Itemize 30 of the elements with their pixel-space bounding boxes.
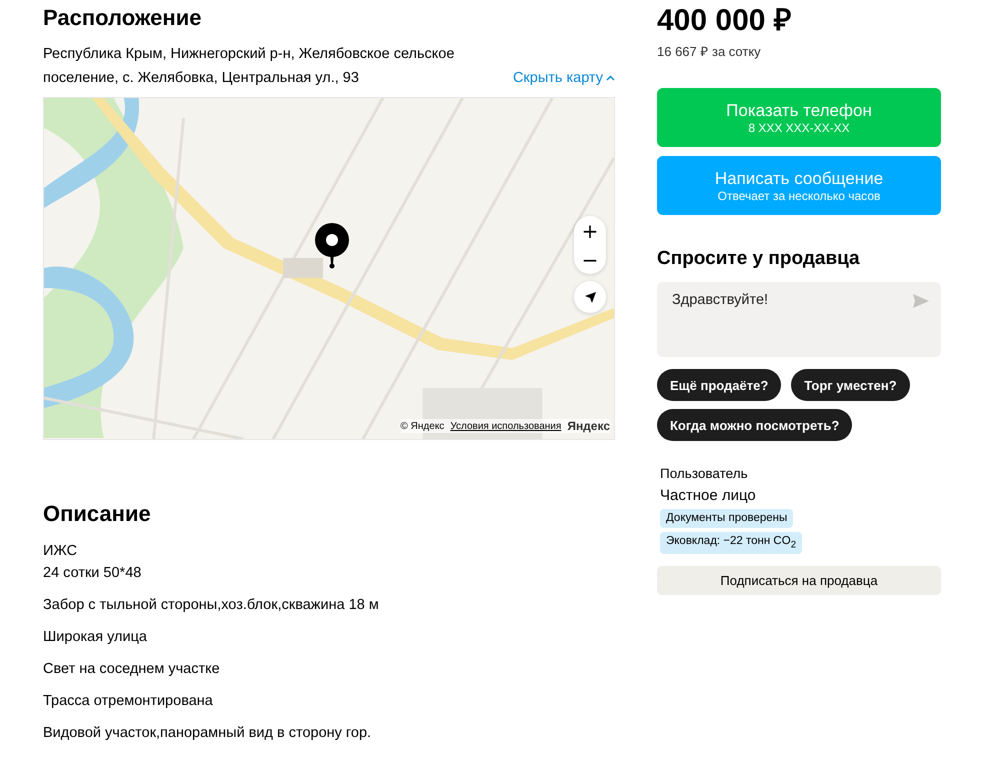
- map[interactable]: + − © Яндекс Условия использования Яндекс: [43, 97, 615, 440]
- description-text: Широкая улица: [43, 628, 148, 647]
- description-text: Трасса отремонтирована: [43, 692, 214, 711]
- suggestion-chip[interactable]: Ещё продаёте?: [657, 369, 782, 401]
- message-field[interactable]: Здравствуйте!: [657, 282, 941, 357]
- section-title: Описание: [43, 500, 152, 528]
- description-text: Свет на соседнем участке: [43, 660, 221, 679]
- price: 400 000 ₽: [657, 4, 792, 38]
- hide-map-link[interactable]: Скрыть карту: [512, 70, 615, 86]
- description-text: Видовой участок,панорамный вид в сторону гор.: [43, 724, 372, 743]
- terms-link[interactable]: Условия использования: [450, 420, 562, 432]
- suggestion-chip[interactable]: Когда можно посмотреть?: [657, 409, 852, 441]
- price-per-unit: 16 667 ₽ за сотку: [657, 43, 762, 60]
- suggestion-chip[interactable]: Торг уместен?: [791, 369, 910, 401]
- seller-name: Пользователь: [660, 465, 748, 483]
- map-logo: Яндекс: [567, 419, 610, 433]
- section-title: Спросите у продавца: [657, 248, 861, 270]
- seller-type: Частное лицо: [660, 487, 756, 505]
- seller-badge: Документы проверены: [660, 509, 794, 528]
- subscribe-button[interactable]: Подписаться на продавца: [657, 566, 941, 596]
- arrow-icon: [584, 290, 596, 304]
- map-attribution: © Яндекс: [400, 420, 444, 432]
- zoom-in-button[interactable]: +: [582, 220, 598, 240]
- seller-badge: Эковклад: −22 тонн CO$_{2}$: [660, 532, 802, 554]
- description-text: Забор с тыльной стороны,хоз.блок,скважина 18 м: [43, 596, 380, 615]
- zoom-out-button[interactable]: −: [582, 250, 598, 270]
- address-text: Республика Крым, Нижнегорский р-н, Желябовское сельское поселение, с. Желябовка, Центральная ул., 93: [43, 45, 456, 88]
- section-title: Расположение: [43, 4, 202, 32]
- caret-icon: [606, 75, 615, 81]
- description-text: ИЖС 24 сотки 50*48: [43, 542, 142, 583]
